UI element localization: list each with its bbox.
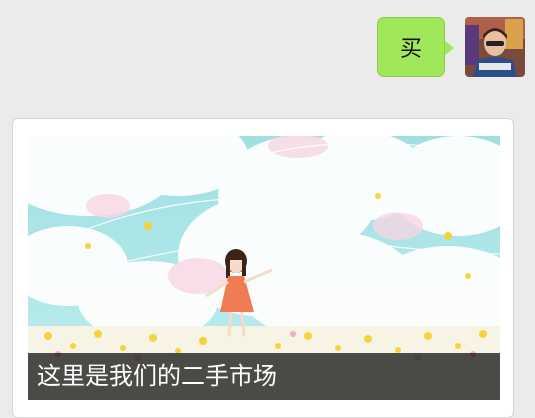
avatar-photo	[465, 17, 525, 77]
card-caption: 这里是我们的二手市场	[28, 353, 500, 400]
bubble-tail	[445, 41, 454, 55]
message-bubble-outgoing[interactable]: 买	[377, 17, 445, 77]
message-text: 买	[399, 37, 422, 62]
avatar[interactable]	[465, 17, 525, 77]
shared-link-card[interactable]: 这里是我们的二手市场	[12, 118, 514, 418]
